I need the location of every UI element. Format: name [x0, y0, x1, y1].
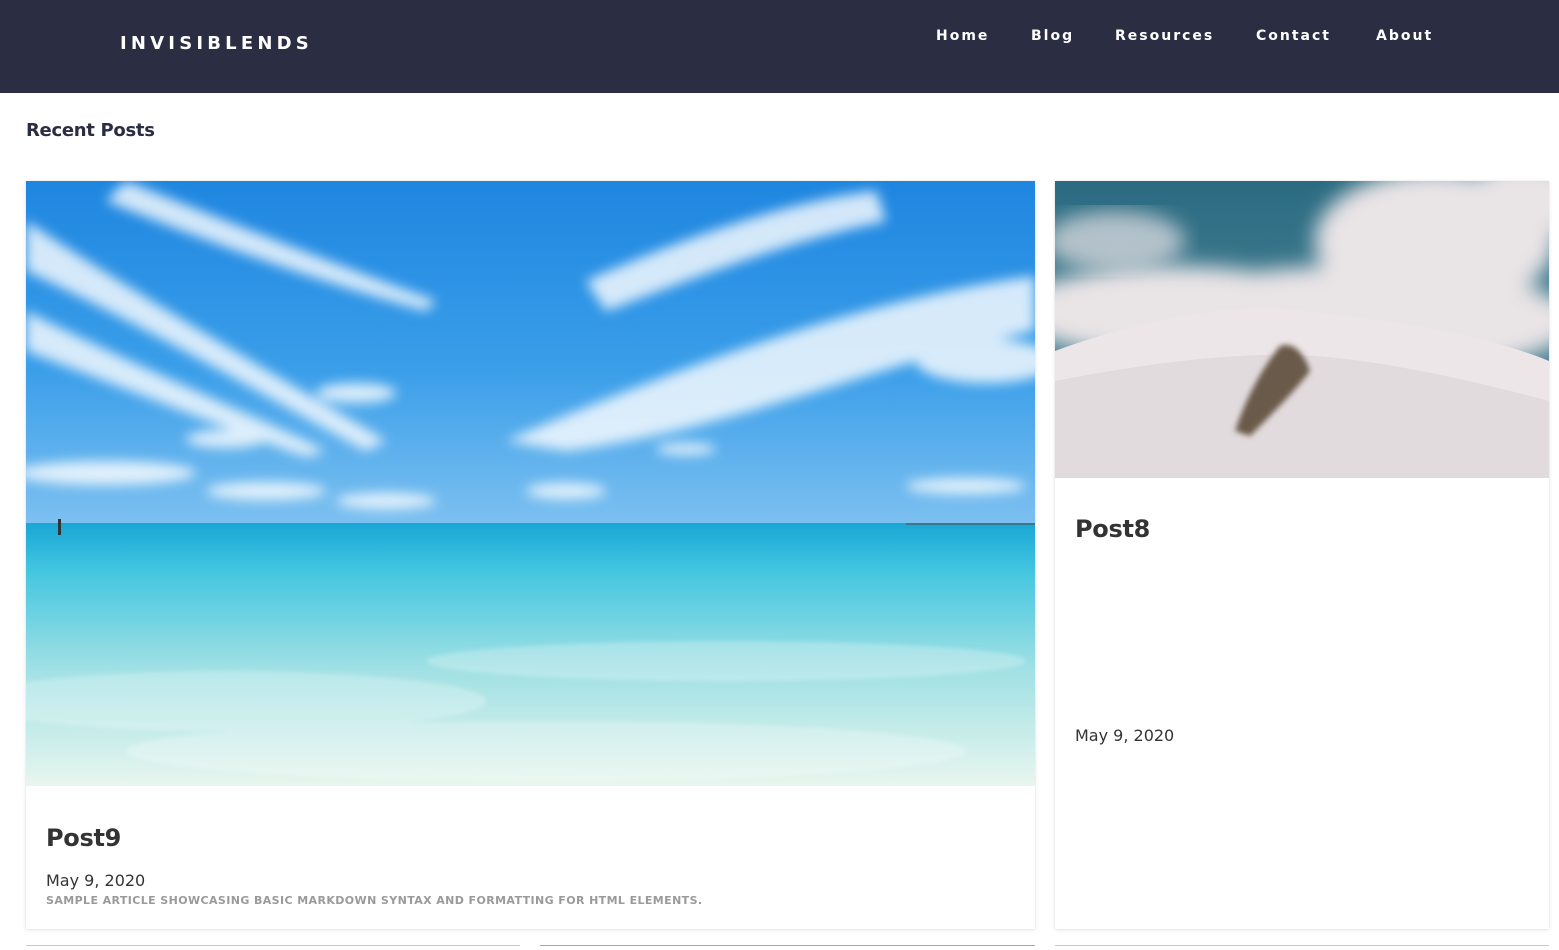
nav-link-contact[interactable]: Contact: [1256, 28, 1331, 44]
snowy-mountain-image: [1055, 181, 1549, 478]
post-summary: SAMPLE ARTICLE SHOWCASING BASIC MARKDOWN…: [46, 894, 703, 907]
post-title[interactable]: Post9: [46, 824, 121, 852]
post-date: May 9, 2020: [1075, 726, 1175, 745]
post-thumbnail-beach[interactable]: [26, 181, 1035, 786]
nav-link-resources[interactable]: Resources: [1115, 28, 1214, 44]
next-row-card-peek: [540, 945, 1035, 950]
post-card-post9[interactable]: Post9 May 9, 2020 SAMPLE ARTICLE SHOWCAS…: [26, 181, 1035, 929]
nav-link-home[interactable]: Home: [936, 28, 989, 44]
nav-link-about[interactable]: About: [1376, 28, 1433, 44]
next-row-card-peek: [1055, 945, 1549, 950]
section-title-recent-posts: Recent Posts: [26, 120, 155, 141]
beach-sea-sky-image: [26, 181, 1035, 786]
top-navbar: INVISIBLENDS Home Blog Resources Contact…: [0, 0, 1559, 93]
main-nav: Home Blog Resources Contact About: [0, 28, 1559, 48]
post-date: May 9, 2020: [46, 871, 146, 890]
post-title[interactable]: Post8: [1075, 515, 1150, 543]
next-row-card-peek: [26, 945, 520, 950]
post-thumbnail-mountain[interactable]: [1055, 181, 1549, 478]
nav-link-blog[interactable]: Blog: [1031, 28, 1074, 44]
post-card-post8[interactable]: Post8 May 9, 2020: [1055, 181, 1549, 929]
